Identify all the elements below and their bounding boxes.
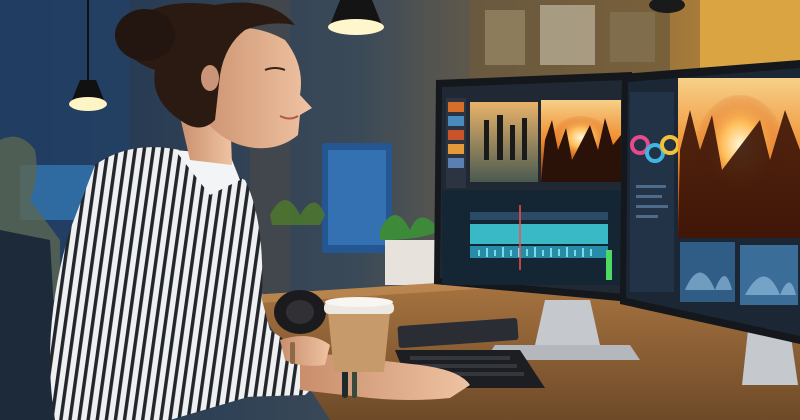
photo-scene	[0, 0, 800, 420]
timeline-track	[470, 224, 608, 244]
source-preview	[470, 102, 538, 182]
color-panel	[630, 92, 674, 292]
timeline-track	[470, 246, 608, 258]
thumbnail-clip	[740, 245, 798, 305]
office-chair	[0, 230, 60, 420]
headphones-icon	[274, 290, 326, 334]
hair-bun	[115, 9, 175, 61]
coffee-cup	[324, 297, 394, 372]
thumbnail-clip	[680, 242, 735, 302]
